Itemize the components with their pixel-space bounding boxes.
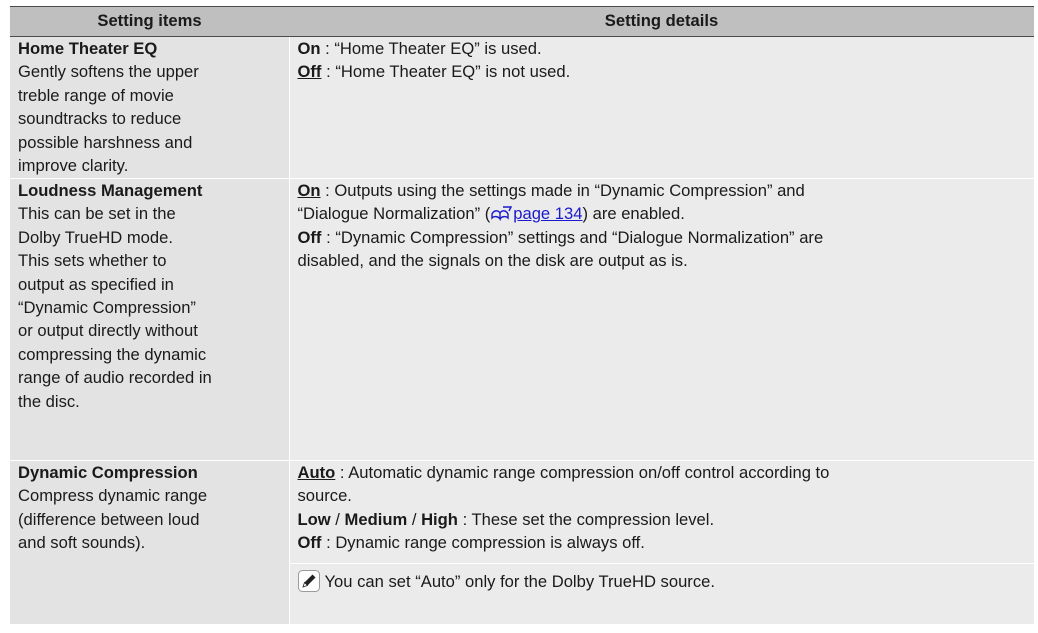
note-divider bbox=[289, 562, 1034, 564]
header-setting-items: Setting items bbox=[10, 6, 289, 37]
option-text: “Home Theater EQ” is used. bbox=[334, 39, 542, 58]
option-on-continued: “Dialogue Normalization” ( page 134) are … bbox=[298, 202, 1027, 225]
option-text: Dynamic range compression is always off. bbox=[335, 533, 645, 553]
note: You can set “Auto” only for the Dolby Tr… bbox=[297, 569, 1027, 593]
option-levels: Low / Medium / High : These set the comp… bbox=[298, 508, 1027, 531]
desc-line: (difference between loud bbox=[18, 509, 200, 529]
setting-description: Compress dynamic range (difference betwe… bbox=[18, 484, 281, 554]
header-setting-details: Setting details bbox=[289, 6, 1034, 37]
desc-line: compressing the dynamic bbox=[18, 344, 207, 364]
desc-line: possible harshness and bbox=[18, 132, 193, 152]
option-text: Automatic dynamic range compression on/o… bbox=[348, 463, 830, 482]
option-text: Outputs using the settings made in “Dyna… bbox=[334, 181, 805, 200]
option-sep: : bbox=[457, 509, 472, 529]
option-sep: / bbox=[330, 509, 345, 529]
option-text: source. bbox=[297, 486, 352, 506]
setting-description: This can be set in the Dolby TrueHD mode… bbox=[18, 202, 281, 413]
desc-line: the disc. bbox=[18, 391, 80, 411]
option-sep: : bbox=[321, 227, 336, 247]
option-text: “Dialogue Normalization” ( bbox=[297, 204, 491, 224]
table-row: Loudness Management This can be set in t… bbox=[10, 178, 1034, 461]
option-key-default: Auto bbox=[297, 463, 336, 482]
option-text: disabled, and the signals on the disk ar… bbox=[297, 251, 688, 271]
option-off: Off : “Dynamic Compression” settings and… bbox=[298, 226, 1027, 249]
setting-item-cell: Loudness Management This can be set in t… bbox=[10, 178, 290, 461]
page-reference-icon bbox=[491, 206, 513, 222]
desc-line: output as specified in bbox=[18, 274, 174, 294]
option-key: Medium bbox=[344, 509, 408, 529]
option-key: Low bbox=[297, 509, 331, 529]
setting-detail-cell: On : “Home Theater EQ” is used. Off : “H… bbox=[289, 36, 1034, 179]
setting-title: Home Theater EQ bbox=[18, 39, 158, 58]
option-sep: : bbox=[320, 39, 335, 58]
option-sep: : bbox=[320, 181, 335, 200]
desc-line: “Dynamic Compression” bbox=[18, 298, 196, 318]
setting-title: Loudness Management bbox=[18, 181, 203, 200]
settings-table: Setting items Setting details Home Theat… bbox=[10, 6, 1034, 624]
option-sep: : bbox=[335, 463, 349, 482]
desc-line: Dolby TrueHD mode. bbox=[18, 227, 173, 247]
option-on: On : “Home Theater EQ” is used. bbox=[298, 37, 1027, 60]
option-sep: : bbox=[321, 533, 336, 553]
option-key: Off bbox=[297, 533, 322, 553]
desc-line: This can be set in the bbox=[18, 204, 176, 224]
option-key-default: Off bbox=[297, 62, 322, 82]
setting-item-cell: Home Theater EQ Gently softens the upper… bbox=[10, 36, 290, 179]
setting-item-cell: Dynamic Compression Compress dynamic ran… bbox=[10, 460, 290, 624]
option-text: These set the compression level. bbox=[471, 509, 715, 529]
desc-line: improve clarity. bbox=[18, 156, 129, 176]
pencil-icon bbox=[297, 569, 320, 592]
setting-description: Gently softens the upper treble range of… bbox=[18, 60, 281, 177]
option-key: Off bbox=[297, 227, 322, 247]
desc-line: Gently softens the upper bbox=[18, 62, 199, 82]
desc-line: and soft sounds). bbox=[18, 533, 146, 553]
option-off: Off : Dynamic range compression is alway… bbox=[298, 531, 1027, 554]
page-134-link[interactable]: page 134 bbox=[513, 204, 582, 223]
option-key: On bbox=[297, 39, 321, 58]
desc-line: treble range of movie bbox=[18, 85, 174, 105]
desc-line: range of audio recorded in bbox=[18, 368, 212, 388]
settings-table-container: Setting items Setting details Home Theat… bbox=[10, 6, 1034, 624]
setting-detail-cell: On : Outputs using the settings made in … bbox=[289, 178, 1034, 461]
option-off: Off : “Home Theater EQ” is not used. bbox=[298, 60, 1027, 83]
table-row: Home Theater EQ Gently softens the upper… bbox=[10, 36, 1034, 179]
option-text: ) are enabled. bbox=[582, 204, 685, 224]
option-text: “Dynamic Compression” settings and “Dial… bbox=[335, 227, 824, 247]
setting-detail-cell: Auto : Automatic dynamic range compressi… bbox=[289, 460, 1034, 624]
option-key: High bbox=[421, 509, 458, 529]
option-auto: Auto : Automatic dynamic range compressi… bbox=[298, 461, 1027, 484]
option-text: “Home Theater EQ” is not used. bbox=[335, 62, 571, 82]
desc-line: or output directly without bbox=[18, 321, 198, 341]
option-key-default: On bbox=[297, 181, 321, 200]
option-on: On : Outputs using the settings made in … bbox=[298, 179, 1027, 202]
desc-line: This sets whether to bbox=[18, 251, 167, 271]
desc-line: Compress dynamic range bbox=[18, 486, 208, 506]
table-header-row: Setting items Setting details bbox=[10, 6, 1034, 37]
setting-title: Dynamic Compression bbox=[18, 463, 198, 482]
option-sep: / bbox=[407, 509, 422, 529]
option-sep: : bbox=[321, 62, 336, 82]
note-text: You can set “Auto” only for the Dolby Tr… bbox=[324, 571, 715, 591]
table-row: Dynamic Compression Compress dynamic ran… bbox=[10, 460, 1034, 624]
desc-line: soundtracks to reduce bbox=[18, 109, 182, 129]
